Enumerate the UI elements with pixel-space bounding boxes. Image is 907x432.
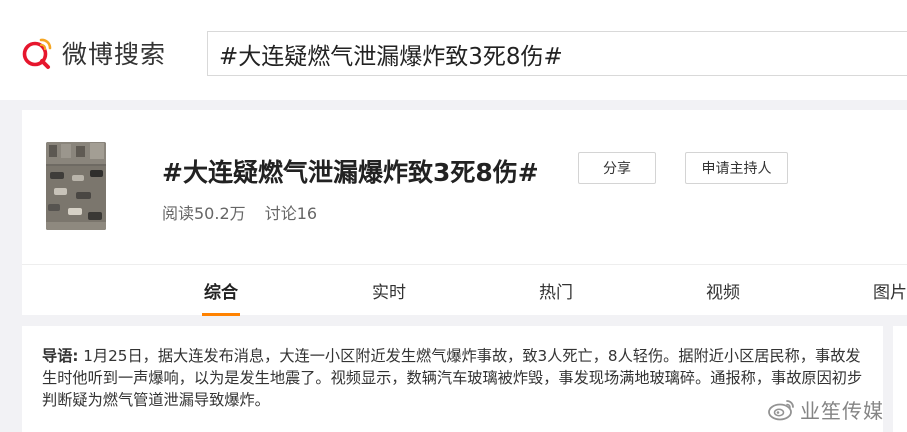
topic-stats: 阅读50.2万 讨论16 xyxy=(162,200,331,224)
watermark-text: 业笙传媒 xyxy=(800,398,884,423)
tab-hot[interactable]: 热门 xyxy=(536,265,576,316)
lead-text: 1月25日，据大连发布消息，大连一小区附近发生燃气爆炸事故，致3人死亡，8人轻伤… xyxy=(42,347,863,409)
logo-text: 微博搜索 xyxy=(62,40,167,69)
discussion-count: 讨论16 xyxy=(264,204,318,223)
topic-tabs: 综合 实时 热门 视频 图片 xyxy=(22,264,907,316)
topic-thumbnail-image xyxy=(46,142,106,230)
read-count: 阅读50.2万 xyxy=(162,204,246,223)
search-header: 微博搜索 #大连疑燃气泄漏爆炸致3死8伤# xyxy=(0,0,907,100)
search-input[interactable]: #大连疑燃气泄漏爆炸致3死8伤# xyxy=(207,31,907,76)
apply-host-button[interactable]: 申请主持人 xyxy=(685,152,788,184)
search-input-value: #大连疑燃气泄漏爆炸致3死8伤# xyxy=(219,43,563,70)
lead-card: 导语: 1月25日，据大连发布消息，大连一小区附近发生燃气爆炸事故，致3人死亡，… xyxy=(22,326,883,432)
right-sidebar-edge xyxy=(893,326,907,432)
tab-images[interactable]: 图片 xyxy=(870,265,907,316)
tab-realtime[interactable]: 实时 xyxy=(369,265,409,316)
weibo-search-logo[interactable]: 微博搜索 xyxy=(20,33,166,73)
tab-video[interactable]: 视频 xyxy=(703,265,743,316)
topic-title: #大连疑燃气泄漏爆炸致3死8伤# xyxy=(162,158,539,187)
tab-comprehensive[interactable]: 综合 xyxy=(202,265,240,316)
watermark: 业笙传媒 xyxy=(768,394,884,424)
topic-card: #大连疑燃气泄漏爆炸致3死8伤# 阅读50.2万 讨论16 分享 申请主持人 xyxy=(22,110,907,264)
topic-thumbnail[interactable] xyxy=(46,142,106,230)
lead-label: 导语: xyxy=(42,347,79,365)
weibo-icon xyxy=(768,400,794,421)
lead-paragraph: 导语: 1月25日，据大连发布消息，大连一小区附近发生燃气爆炸事故，致3人死亡，… xyxy=(42,345,870,411)
magnifier-logo-icon xyxy=(22,38,52,69)
share-button[interactable]: 分享 xyxy=(578,152,656,184)
